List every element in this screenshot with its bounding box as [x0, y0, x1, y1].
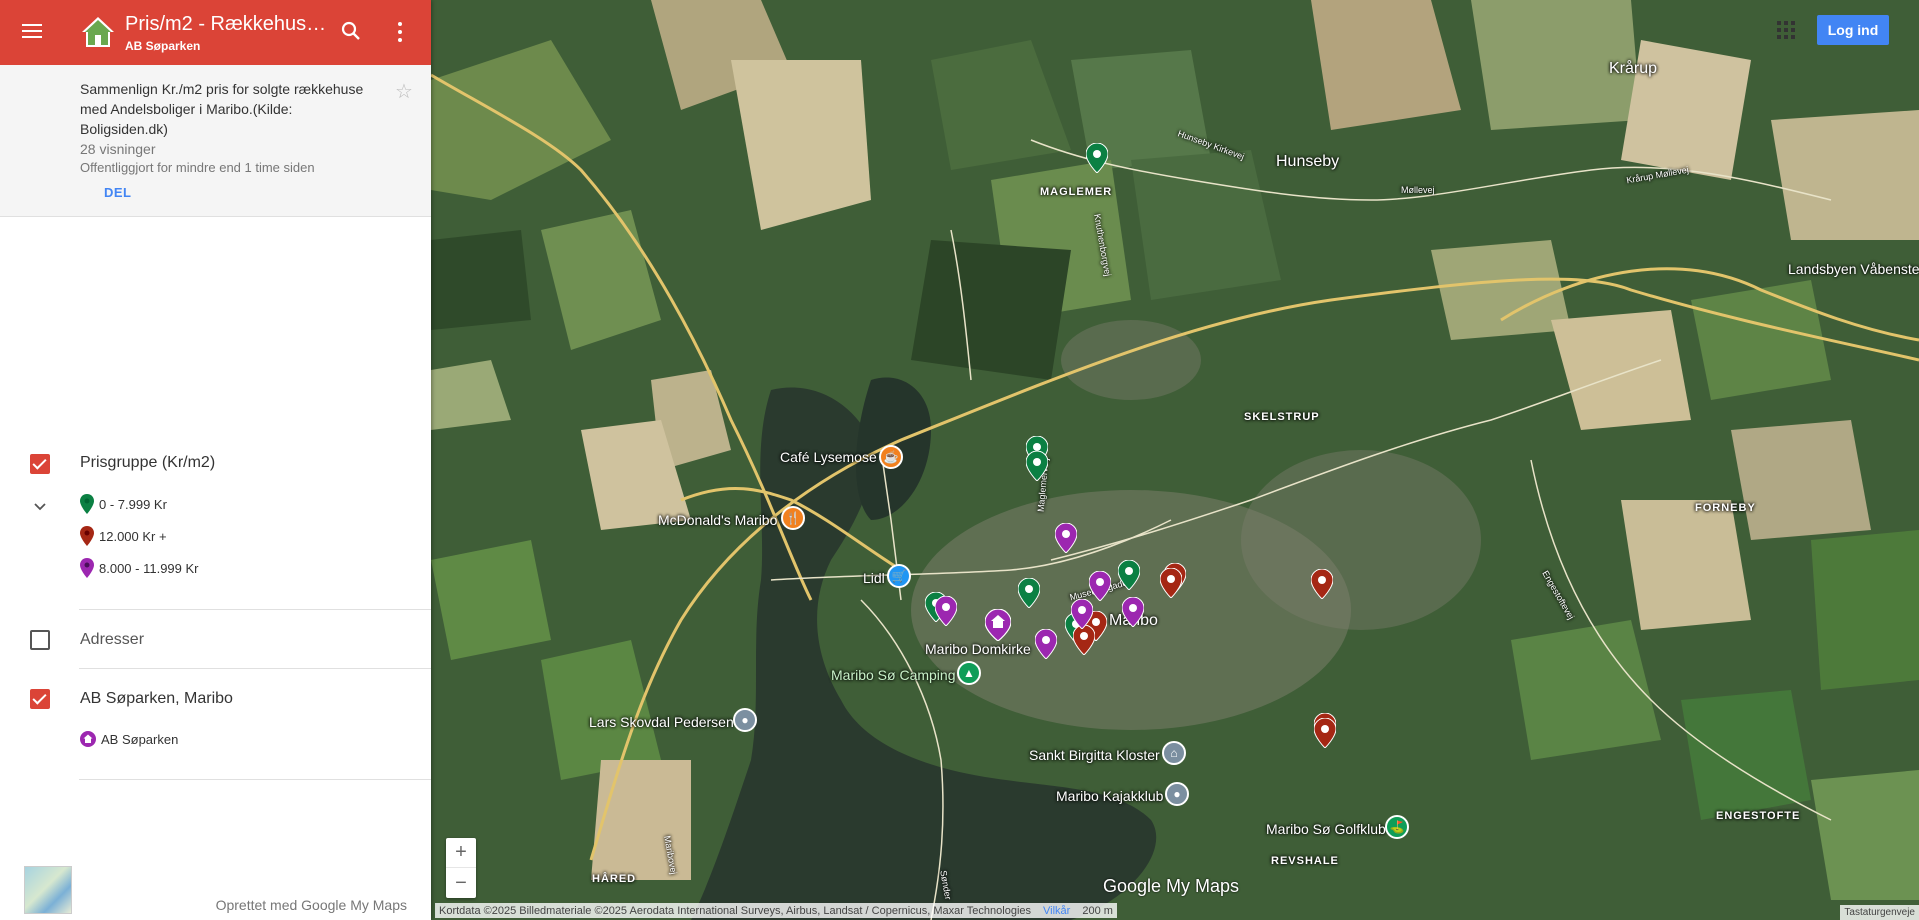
legend-item-red[interactable]: 12.000 Kr + [80, 525, 167, 547]
place-label-domkirke: Maribo Domkirke [925, 641, 1031, 657]
place-label-hared: HÅRED [592, 873, 637, 885]
map-pin-green[interactable] [1118, 560, 1140, 590]
restaurant-icon[interactable]: 🍴 [781, 506, 805, 530]
place-label-golfklub: Maribo Sø Golfklub [1266, 821, 1386, 837]
map-pin-purple[interactable] [1071, 599, 1093, 629]
star-icon[interactable]: ☆ [395, 79, 413, 104]
map-pin-red[interactable] [1160, 568, 1182, 598]
town-area-east [1241, 450, 1481, 630]
map-pin-ab-soparken[interactable] [985, 609, 1011, 641]
zoom-control: + − [446, 838, 476, 898]
scale-bar: 200 m [1082, 904, 1113, 917]
map-pin-purple[interactable] [1055, 523, 1077, 553]
app-root: Pris/m2 - Rækkehuse i Maribo AB Søparken… [0, 0, 1919, 920]
zoom-out-button[interactable]: − [446, 868, 476, 898]
legend-label: AB Søparken [101, 731, 179, 747]
basemap-thumbnail[interactable] [24, 866, 72, 914]
layer-title: AB Søparken, Maribo [80, 690, 233, 707]
place-label-forneby: FORNEBY [1695, 502, 1756, 514]
side-panel: Pris/m2 - Rækkehuse i Maribo AB Søparken… [0, 0, 431, 920]
place-label-revshale: REVSHALE [1271, 855, 1339, 867]
map-pin-red[interactable] [1073, 625, 1095, 655]
map-pin-purple[interactable] [1035, 629, 1057, 659]
place-label-krarup: Krårup [1609, 60, 1658, 77]
map-description: Sammenlign Kr./m2 pris for solgte rækkeh… [80, 81, 364, 137]
legend-item-green[interactable]: 0 - 7.999 Kr [80, 493, 167, 515]
published-time: Offentliggjort for mindre end 1 time sid… [80, 160, 315, 175]
pin-icon [80, 558, 94, 578]
place-label-landsbyen: Landsbyen Våbensted [1788, 261, 1919, 277]
campground-icon[interactable]: ▲ [957, 661, 981, 685]
place-label-kloster: Sankt Birgitta Kloster [1029, 747, 1160, 763]
restaurant-icon[interactable]: ☕ [879, 445, 903, 469]
header-bar: Pris/m2 - Rækkehuse i Maribo AB Søparken [0, 0, 431, 65]
place-label-lars: Lars Skovdal Pedersen [589, 714, 734, 730]
divider [79, 668, 431, 669]
more-vert-icon[interactable] [390, 18, 410, 46]
map-pin-red[interactable] [1314, 718, 1336, 748]
house-icon [82, 17, 114, 47]
layer-title: Adresser [80, 631, 145, 648]
place-label-cafe: Café Lysemose [780, 449, 877, 465]
apps-grid-icon[interactable] [1777, 21, 1795, 39]
share-button[interactable]: DEL [104, 185, 132, 200]
map-pin-green[interactable] [1086, 143, 1108, 173]
map-info: Sammenlign Kr./m2 pris for solgte rækkeh… [0, 65, 431, 217]
map-pin-green[interactable] [1018, 578, 1040, 608]
legend-label: 12.000 Kr + [99, 528, 167, 544]
view-count: 28 visninger [80, 141, 156, 157]
shopping-cart-icon[interactable]: 🛒 [887, 564, 911, 588]
map-pin-purple[interactable] [1089, 571, 1111, 601]
road-label: Møllevej [1401, 185, 1435, 195]
menu-icon[interactable] [18, 20, 46, 44]
location-icon[interactable]: ● [733, 708, 757, 732]
map-subtitle: AB Søparken [125, 39, 201, 53]
zoom-in-button[interactable]: + [446, 838, 476, 868]
keyboard-shortcuts-link[interactable]: Tastaturgenveje [1840, 905, 1919, 920]
map-pin-red[interactable] [1311, 569, 1333, 599]
place-label-camping: Maribo Sø Camping [831, 667, 956, 683]
layer-checkbox-adresser[interactable] [30, 630, 50, 650]
place-label-skelstrup: SKELSTRUP [1244, 411, 1320, 423]
chevron-down-icon[interactable] [32, 499, 48, 515]
place-label-hunseby: Hunseby [1276, 153, 1340, 170]
map-title: Pris/m2 - Rækkehuse i Maribo [125, 13, 330, 35]
map-attribution: Kortdata ©2025 Billedmateriale ©2025 Aer… [435, 903, 1117, 918]
layer-title: Prisgruppe (Kr/m2) [80, 454, 216, 471]
location-icon[interactable]: ● [1165, 782, 1189, 806]
landmark-icon[interactable]: ⌂ [1162, 741, 1186, 765]
legend-label: 0 - 7.999 Kr [99, 496, 167, 512]
terms-link[interactable]: Vilkår [1043, 905, 1070, 917]
legend-item-ab-soparken[interactable]: AB Søparken [80, 728, 178, 750]
golf-icon[interactable]: ⛳ [1385, 815, 1409, 839]
place-label-lidl: Lidl [863, 570, 885, 586]
place-label-engestofte: ENGESTOFTE [1716, 810, 1801, 822]
google-my-maps-logo: Google My Maps [1103, 876, 1240, 896]
map-pin-green[interactable] [1026, 451, 1048, 481]
legend-label: 8.000 - 11.999 Kr [99, 560, 199, 576]
place-label-maglemer: MAGLEMER [1040, 186, 1113, 198]
layer-checkbox-prisgruppe[interactable] [30, 454, 50, 474]
pin-icon [80, 526, 94, 546]
map-pin-purple[interactable] [1122, 597, 1144, 627]
login-button[interactable]: Log ind [1817, 15, 1889, 45]
map-canvas[interactable]: Krårup Hunseby MAGLEMER Landsbyen Våbens… [431, 0, 1919, 920]
map-pin-purple[interactable] [935, 596, 957, 626]
created-with-label: Oprettet med Google My Maps [215, 897, 407, 913]
place-label-kajakklub: Maribo Kajakklub [1056, 788, 1164, 804]
place-label-mcdonalds: McDonald's Maribo [658, 512, 778, 528]
town-area-north [1061, 320, 1201, 400]
home-pin-icon [80, 731, 96, 747]
attribution-text: Kortdata ©2025 Billedmateriale ©2025 Aer… [439, 904, 1032, 917]
divider [79, 779, 431, 780]
legend-item-purple[interactable]: 8.000 - 11.999 Kr [80, 557, 199, 579]
divider [79, 609, 431, 610]
pin-icon [80, 494, 94, 514]
layer-checkbox-ab-soparken[interactable] [30, 689, 50, 709]
search-icon[interactable] [339, 19, 363, 43]
